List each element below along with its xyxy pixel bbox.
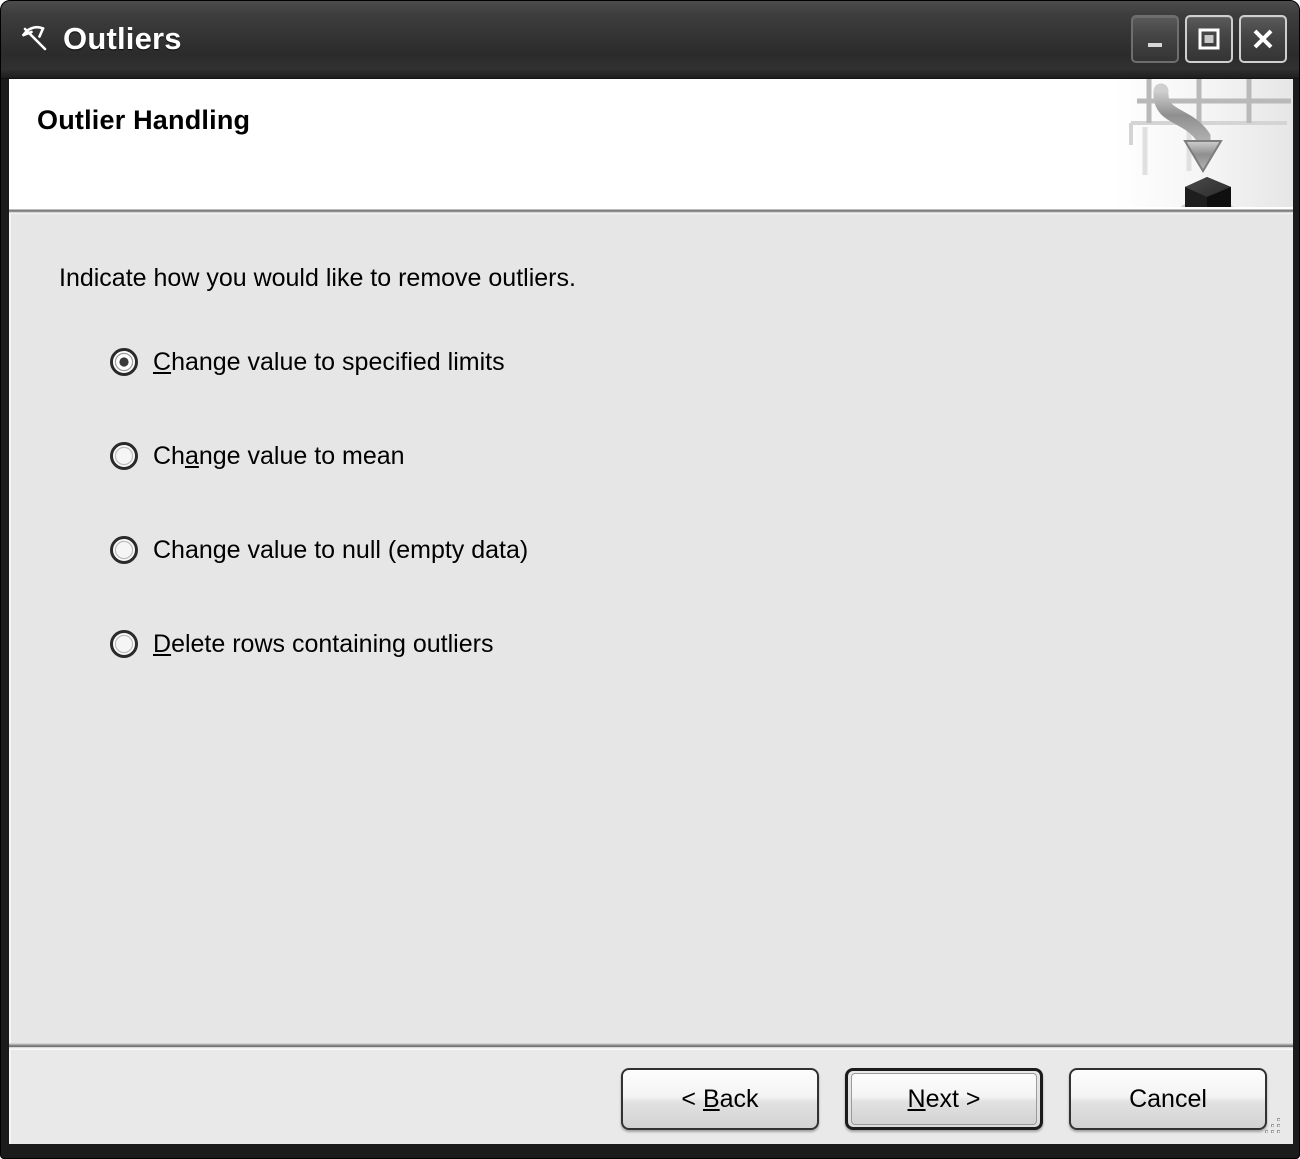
dialog-buttons: < Back Next > Cancel (621, 1068, 1267, 1130)
grid-arrow-cube-icon (1115, 79, 1293, 213)
radio-option-null-empty-data[interactable]: Change value to null (empty data) (109, 530, 1209, 570)
minimize-button[interactable] (1131, 15, 1179, 63)
radio-label-specified-limits: Change value to specified limits (153, 347, 505, 376)
pickaxe-icon (22, 25, 47, 51)
dialog-window: Outliers Outlier Handling Indicate how y… (0, 0, 1300, 1159)
resize-grip-icon[interactable] (1259, 1112, 1285, 1138)
next-button[interactable]: Next > (845, 1068, 1043, 1130)
radio-label-mean: Change value to mean (153, 441, 405, 470)
close-button[interactable] (1239, 15, 1287, 63)
outlier-handling-radio-group: Change value to specified limits Change … (109, 342, 1209, 718)
button-bar: < Back Next > Cancel (9, 1049, 1293, 1144)
next-button-inner: Next > (851, 1073, 1037, 1125)
maximize-button[interactable] (1185, 15, 1233, 63)
radio-option-delete-rows[interactable]: Delete rows containing outliers (109, 624, 1209, 664)
title-bar[interactable]: Outliers (1, 1, 1299, 79)
page-title: Outlier Handling (37, 105, 251, 135)
next-button-label: Next > (907, 1084, 981, 1113)
radio-option-mean[interactable]: Change value to mean (109, 436, 1209, 476)
radio-unselected-icon (110, 630, 138, 658)
header-banner: Outlier Handling (9, 79, 1293, 213)
close-icon (1253, 29, 1273, 49)
window-title: Outliers (63, 21, 182, 56)
title-bar-left: Outliers (19, 15, 182, 63)
radio-unselected-icon (110, 536, 138, 564)
instruction-text: Indicate how you would like to remove ou… (59, 264, 576, 292)
radio-option-specified-limits[interactable]: Change value to specified limits (109, 342, 1209, 382)
back-button[interactable]: < Back (621, 1068, 819, 1130)
content-panel: Indicate how you would like to remove ou… (9, 213, 1293, 1046)
back-button-label: < Back (681, 1084, 759, 1113)
cancel-button[interactable]: Cancel (1069, 1068, 1267, 1130)
radio-label-null-empty-data: Change value to null (empty data) (153, 535, 529, 564)
minimize-icon (1148, 43, 1162, 47)
radio-selected-icon (110, 348, 138, 376)
window-controls (1131, 15, 1287, 63)
cancel-button-label: Cancel (1129, 1084, 1207, 1113)
radio-unselected-icon (110, 442, 138, 470)
radio-label-delete-rows: Delete rows containing outliers (153, 629, 494, 658)
maximize-icon (1198, 28, 1220, 50)
